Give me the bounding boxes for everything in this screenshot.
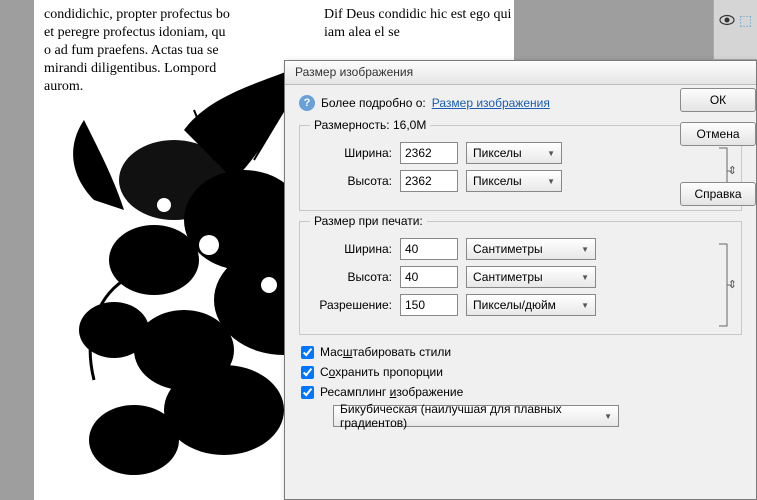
pixel-dimensions-group: Размерность: 16,0M Ширина: Пикселы ▼ Выс… <box>299 125 742 211</box>
info-prefix: Более подробно о: <box>321 96 426 110</box>
print-height-unit-select[interactable]: Сантиметры ▼ <box>466 266 596 288</box>
chevron-down-icon: ▼ <box>604 412 612 421</box>
resample-label: Ресамплинг изображение <box>320 385 463 399</box>
constrain-proportions-checkbox[interactable] <box>301 366 314 379</box>
info-link[interactable]: Размер изображения <box>432 96 550 110</box>
print-width-unit-select[interactable]: Сантиметры ▼ <box>466 238 596 260</box>
constrain-label: Сохранить пропорции <box>320 365 443 379</box>
print-legend: Размер при печати: <box>310 214 427 228</box>
svg-text:et peregre profectus idoniam,: et peregre profectus idoniam, qu <box>44 25 226 40</box>
pixel-height-input[interactable] <box>400 170 458 192</box>
scale-styles-label: Масштабировать стили <box>320 345 451 359</box>
dialog-title-bar[interactable]: Размер изображения <box>285 61 756 85</box>
print-width-input[interactable] <box>400 238 458 260</box>
resolution-label: Разрешение: <box>312 298 392 312</box>
workspace: condidichic, propter profectus bo et per… <box>0 0 757 500</box>
height-label: Высота: <box>312 174 392 188</box>
cancel-button[interactable]: Отмена <box>680 122 756 146</box>
chevron-down-icon: ▼ <box>547 149 555 158</box>
chevron-down-icon: ▼ <box>581 273 589 282</box>
resolution-unit-select[interactable]: Пикселы/дюйм ▼ <box>466 294 596 316</box>
chevron-down-icon: ▼ <box>547 177 555 186</box>
dialog-title: Размер изображения <box>295 65 413 79</box>
scale-styles-checkbox[interactable] <box>301 346 314 359</box>
pixel-height-unit-select[interactable]: Пикселы ▼ <box>466 170 562 192</box>
constrain-link-icon[interactable]: ⇕ <box>717 240 735 330</box>
pixel-width-unit-select[interactable]: Пикселы ▼ <box>466 142 562 164</box>
print-width-label: Ширина: <box>312 242 392 256</box>
document-size-group: Размер при печати: Ширина: Сантиметры ▼ … <box>299 221 742 335</box>
svg-text:mirandi diligentibus. Lompord: mirandi diligentibus. Lompord <box>44 61 216 76</box>
visibility-eye-icon[interactable] <box>719 12 735 28</box>
help-button[interactable]: Справка <box>680 182 756 206</box>
resolution-input[interactable] <box>400 294 458 316</box>
ok-button[interactable]: ОК <box>680 88 756 112</box>
resample-checkbox[interactable] <box>301 386 314 399</box>
svg-text:condidichic, propter profectus: condidichic, propter profectus bo <box>44 7 230 22</box>
chevron-down-icon: ▼ <box>581 301 589 310</box>
help-icon[interactable]: ? <box>299 95 315 111</box>
link-icon[interactable]: ⬚ <box>739 12 752 29</box>
resample-method-select[interactable]: Бикубическая (наилучшая для плавных град… <box>333 405 619 427</box>
print-height-input[interactable] <box>400 266 458 288</box>
dialog-buttons: ОК Отмена Справка <box>680 88 756 206</box>
svg-text:iam alea el se: iam alea el se <box>324 25 400 40</box>
print-height-label: Высота: <box>312 270 392 284</box>
dim-size: 16,0M <box>393 118 426 132</box>
svg-text:aurom.: aurom. <box>44 79 83 94</box>
svg-text:o ad fum praefens. Actas tua s: o ad fum praefens. Actas tua se <box>44 43 219 58</box>
chevron-down-icon: ▼ <box>581 245 589 254</box>
dim-legend-prefix: Размерность: <box>314 118 390 132</box>
svg-text:Dif Deus condidic hic est ego: Dif Deus condidic hic est ego qui h <box>324 7 514 22</box>
layers-panel-strip: ⬚ <box>713 0 757 60</box>
pixel-width-input[interactable] <box>400 142 458 164</box>
width-label: Ширина: <box>312 146 392 160</box>
